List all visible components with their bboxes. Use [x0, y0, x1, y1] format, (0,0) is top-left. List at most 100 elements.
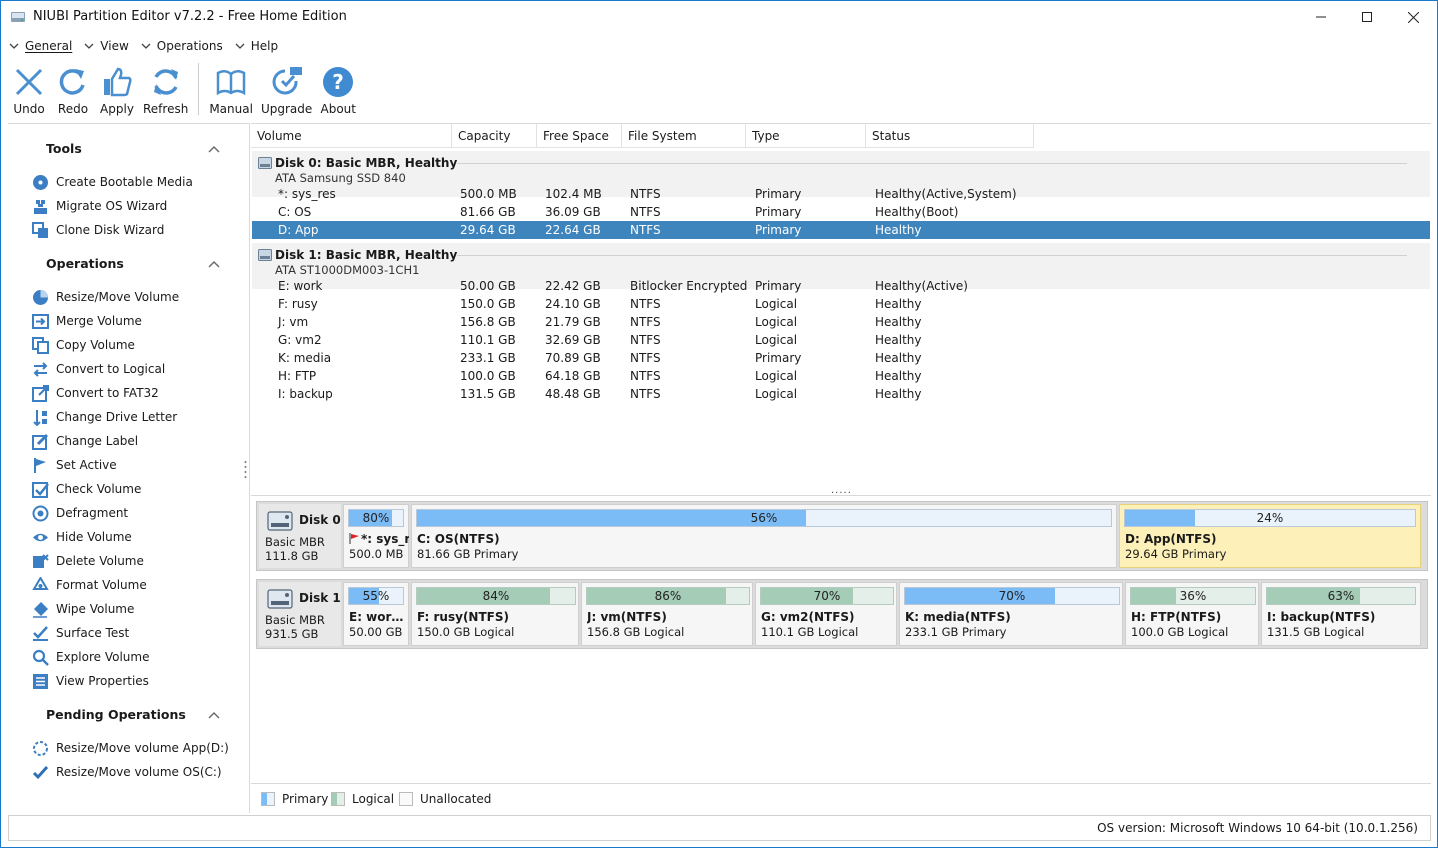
menu-help[interactable]: Help — [233, 35, 278, 57]
minimize-button[interactable] — [1298, 1, 1344, 33]
partition-name-text: E: work(NTFS) — [349, 610, 409, 624]
redo-label: Redo — [57, 102, 89, 116]
format-volume-item[interactable]: Format Volume — [32, 574, 147, 596]
change-drive-letter-item[interactable]: Change Drive Letter — [32, 406, 177, 428]
cell-capacity: 81.66 GB — [460, 205, 516, 219]
upgrade-button[interactable]: Upgrade — [257, 61, 316, 117]
cell-free-space: 24.10 GB — [545, 297, 601, 311]
disk-size: 111.8 GB — [265, 549, 319, 563]
table-row[interactable]: C: OS 81.66 GB 36.09 GB NTFS Primary Hea… — [252, 203, 1430, 221]
partition-block[interactable]: 63% I: backup(NTFS) 131.5 GB Logical — [1261, 582, 1421, 646]
partition-name: C: OS(NTFS) — [417, 532, 500, 546]
create-bootable-media-item[interactable]: Create Bootable Media — [32, 171, 193, 193]
panel-resize-grip[interactable] — [244, 460, 247, 480]
cell-free-space: 32.69 GB — [545, 333, 601, 347]
table-row[interactable]: E: work 50.00 GB 22.42 GB Bitlocker Encr… — [252, 277, 1430, 295]
convert-to-logical-item[interactable]: Convert to Logical — [32, 358, 165, 380]
cell-capacity: 500.0 MB — [460, 187, 517, 201]
menu-view[interactable]: View — [82, 35, 129, 57]
disk-info[interactable]: Disk 1 Basic MBR 931.5 GB — [259, 582, 341, 646]
delete-icon — [33, 553, 49, 568]
pending-item[interactable]: Resize/Move volume OS(C:) — [32, 761, 222, 783]
defragment-item[interactable]: Defragment — [32, 502, 128, 524]
tool-label: Clone Disk Wizard — [56, 223, 165, 237]
resize-move-volume-item[interactable]: Resize/Move Volume — [32, 286, 179, 308]
manual-button[interactable]: Manual — [205, 61, 257, 117]
chevron-up-icon[interactable] — [208, 259, 220, 269]
table-row[interactable]: K: media 233.1 GB 70.89 GB NTFS Primary … — [252, 349, 1430, 367]
cell-status: Healthy — [875, 387, 922, 401]
delete-volume-item[interactable]: Delete Volume — [32, 550, 144, 572]
surface-test-item[interactable]: Surface Test — [32, 622, 129, 644]
close-button[interactable] — [1390, 1, 1436, 33]
clone-disk-item[interactable]: Clone Disk Wizard — [32, 219, 164, 241]
cell-type: Logical — [755, 297, 798, 311]
window-title: NIUBI Partition Editor v7.2.2 - Free Hom… — [33, 9, 347, 24]
chevron-up-icon[interactable] — [208, 144, 220, 154]
explore-volume-item[interactable]: Explore Volume — [32, 646, 149, 668]
column-header-file-system[interactable]: File System — [622, 124, 746, 148]
cell-status: Healthy — [875, 351, 922, 365]
pending-item[interactable]: Resize/Move volume App(D:) — [32, 737, 229, 759]
partition-block[interactable]: 70% K: media(NTFS) 233.1 GB Primary — [899, 582, 1123, 646]
partition-block[interactable]: 84% F: rusy(NTFS) 150.0 GB Logical — [411, 582, 579, 646]
table-row[interactable]: H: FTP 100.0 GB 64.18 GB NTFS Logical He… — [252, 367, 1430, 385]
partition-block[interactable]: 80% *: sys_res 500.0 MB — [343, 504, 409, 568]
partition-name-text: *: sys_res — [361, 532, 409, 546]
cell-free-space: 22.64 GB — [545, 223, 601, 237]
menu-general[interactable]: General — [7, 35, 72, 57]
migrate-os-item[interactable]: Migrate OS Wizard — [32, 195, 167, 217]
table-row[interactable]: I: backup 131.5 GB 48.48 GB NTFS Logical… — [252, 385, 1430, 403]
column-header-status[interactable]: Status — [866, 124, 1034, 148]
partition-block[interactable]: 56% C: OS(NTFS) 81.66 GB Primary — [411, 504, 1117, 568]
cell-file-system: NTFS — [630, 187, 661, 201]
refresh-button[interactable]: Refresh — [139, 61, 192, 117]
upgrade-icon — [272, 67, 302, 95]
column-header-volume[interactable]: Volume — [251, 124, 452, 148]
operation-label: Convert to FAT32 — [56, 386, 159, 400]
menu-operations[interactable]: Operations — [139, 35, 223, 57]
set-active-item[interactable]: Set Active — [32, 454, 117, 476]
partition-block[interactable]: 86% J: vm(NTFS) 156.8 GB Logical — [581, 582, 753, 646]
disk-type: Basic MBR — [265, 535, 325, 549]
table-row[interactable]: G: vm2 110.1 GB 32.69 GB NTFS Logical He… — [252, 331, 1430, 349]
copy-volume-item[interactable]: Copy Volume — [32, 334, 135, 356]
redo-button[interactable]: Redo — [51, 61, 95, 117]
cell-volume: E: work — [278, 279, 323, 293]
partition-block-selected[interactable]: 24% D: App(NTFS) 29.64 GB Primary — [1119, 504, 1421, 568]
wipe-volume-item[interactable]: Wipe Volume — [32, 598, 134, 620]
partition-block[interactable]: 70% G: vm2(NTFS) 110.1 GB Logical — [755, 582, 897, 646]
partition-block[interactable]: 55% E: work(NTFS) 50.00 GB — [343, 582, 409, 646]
legend-logical-label: Logical — [352, 792, 395, 806]
operation-label: Format Volume — [56, 578, 147, 592]
table-row[interactable]: *: sys_res 500.0 MB 102.4 MB NTFS Primar… — [252, 185, 1430, 203]
column-header-capacity[interactable]: Capacity — [452, 124, 537, 148]
undo-button[interactable]: Undo — [7, 61, 51, 117]
table-row-selected[interactable]: D: App 29.64 GB 22.64 GB NTFS Primary He… — [252, 221, 1430, 239]
merge-volume-item[interactable]: Merge Volume — [32, 310, 142, 332]
partition-block[interactable]: 36% H: FTP(NTFS) 100.0 GB Logical — [1125, 582, 1259, 646]
convert-to-fat32-item[interactable]: Convert to FAT32 — [32, 382, 159, 404]
cell-volume: G: vm2 — [278, 333, 322, 347]
change-label-item[interactable]: Change Label — [32, 430, 138, 452]
partition-detail: 156.8 GB Logical — [587, 625, 685, 639]
view-properties-item[interactable]: View Properties — [32, 670, 149, 692]
column-header-free-space[interactable]: Free Space — [537, 124, 622, 148]
cell-free-space: 36.09 GB — [545, 205, 601, 219]
disk-map-row: Disk 1 Basic MBR 931.5 GB 55% E: work(NT… — [256, 579, 1428, 649]
partition-detail: 29.64 GB Primary — [1125, 547, 1227, 561]
about-button[interactable]: ? About — [316, 61, 360, 117]
legend-unallocated-label: Unallocated — [420, 792, 492, 806]
table-row[interactable]: F: rusy 150.0 GB 24.10 GB NTFS Logical H… — [252, 295, 1430, 313]
hide-volume-item[interactable]: Hide Volume — [32, 526, 132, 548]
column-header-type[interactable]: Type — [746, 124, 866, 148]
table-row[interactable]: J: vm 156.8 GB 21.79 GB NTFS Logical Hea… — [252, 313, 1430, 331]
maximize-button[interactable] — [1344, 1, 1390, 33]
app-window: NIUBI Partition Editor v7.2.2 - Free Hom… — [0, 0, 1438, 848]
chevron-up-icon[interactable] — [208, 710, 220, 720]
apply-button[interactable]: Apply — [95, 61, 139, 117]
disk-icon — [258, 249, 272, 261]
disk-name: Disk 0 — [299, 513, 341, 527]
disk-info[interactable]: Disk 0 Basic MBR 111.8 GB — [259, 504, 341, 568]
check-volume-item[interactable]: Check Volume — [32, 478, 141, 500]
